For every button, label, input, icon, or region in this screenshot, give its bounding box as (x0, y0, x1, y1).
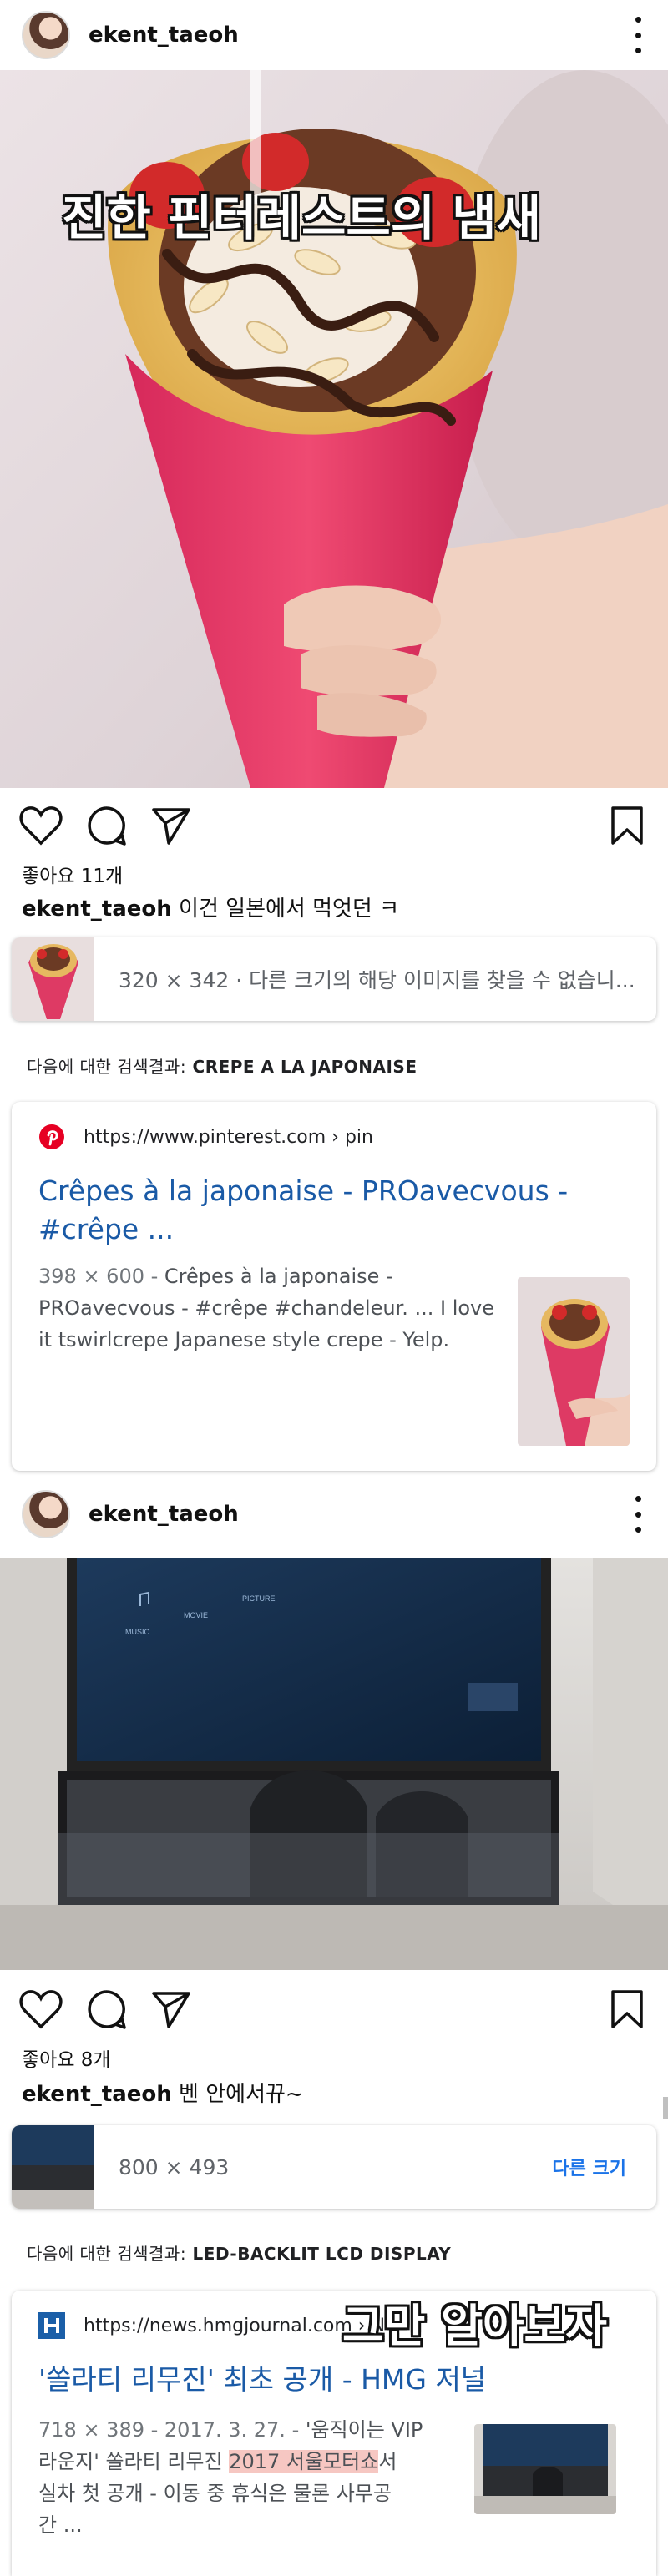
snippet-text: Crêpes à la japonaise - (164, 1265, 393, 1288)
bookmark-icon[interactable] (610, 805, 645, 846)
result-source: https://www.pinterest.com › pin (38, 1124, 373, 1150)
snippet-text: 서 (378, 2450, 397, 2473)
snippet-text: PROavecvous - #crêpe #chandeleur. ... I … (38, 1296, 495, 1320)
avatar[interactable] (22, 1490, 70, 1538)
meme-caption: 진한 핀터레스트의 냄새 (62, 189, 541, 246)
result-snippet: 718 × 389 - 2017. 3. 27. - '움직이는 VIP 라운지… (38, 2414, 464, 2541)
snippet-text: 실차 첫 공개 - 이동 중 휴식은 물론 사무공 (38, 2482, 392, 2505)
pinterest-icon (38, 1124, 65, 1150)
snippet-text: 라운지' 쏠라티 리무진 (38, 2450, 223, 2473)
snippet-text: 간 ... (38, 2513, 83, 2537)
post-actions (0, 793, 668, 860)
lens-similar-card[interactable]: 800 × 493 다른 크기 (12, 2125, 656, 2209)
search-query[interactable]: LED-BACKLIT LCD DISPLAY (193, 2244, 452, 2264)
result-meta: 398 × 600 - (38, 1265, 159, 1288)
lens-similar-card[interactable]: 320 × 342 · 다른 크기의 해당 이미지를 찾을 수 없습니... (12, 937, 656, 1021)
lens-image-info: 320 × 342 · 다른 크기의 해당 이미지를 찾을 수 없습니... (119, 968, 635, 993)
result-source: https://news.hmgjournal.com › N (38, 2312, 385, 2339)
screen-label: MOVIE (184, 1611, 208, 1619)
send-icon[interactable] (150, 805, 192, 846)
caption-text: 벤 안에서뀨~ (179, 2082, 304, 2107)
result-snippet: 398 × 600 - Crêpes à la japonaise - PROa… (38, 1260, 506, 1356)
search-prefix: 다음에 대한 검색결과: (27, 1057, 187, 1077)
result-title[interactable]: Crêpes à la japonaise - PROavecvous - #c… (38, 1172, 568, 1249)
result-url[interactable]: https://www.pinterest.com › pin (84, 1127, 373, 1148)
scrollbar-thumb[interactable] (663, 2097, 668, 2119)
result-meta: 718 × 389 - 2017. 3. 27. - (38, 2418, 300, 2442)
search-prefix: 다음에 대한 검색결과: (27, 2244, 187, 2264)
post-caption: ekent_taeoh 벤 안에서뀨~ (22, 2077, 304, 2108)
username[interactable]: ekent_taeoh (89, 23, 239, 48)
screen-label: MUSIC (125, 1628, 150, 1636)
more-icon[interactable] (633, 1496, 643, 1533)
search-results-heading: 다음에 대한 검색결과: LED-BACKLIT LCD DISPLAY (27, 2240, 451, 2265)
hmg-icon (38, 2312, 65, 2339)
meme-caption: 그만 알아보자 (342, 2300, 607, 2352)
crepe-photo (0, 70, 668, 788)
other-sizes-link[interactable]: 다른 크기 (552, 2154, 626, 2180)
result-title-line[interactable]: #crêpe ... (38, 1210, 568, 1249)
comment-icon[interactable] (85, 1988, 127, 2030)
post-image-crepe[interactable]: 진한 핀터레스트의 냄새 (0, 70, 668, 788)
snippet-highlight: 2017 서울모터쇼 (229, 2450, 379, 2473)
comment-icon[interactable] (85, 805, 127, 846)
result-url[interactable]: https://news.hmgjournal.com › N (84, 2316, 385, 2336)
avatar[interactable] (22, 11, 70, 59)
result-thumbnail[interactable] (518, 1277, 630, 1446)
heart-icon[interactable] (18, 805, 63, 846)
post-image-van-interior[interactable]: MUSIC MOVIE PICTURE (0, 1558, 668, 1970)
heart-icon[interactable] (18, 1988, 63, 2030)
snippet-text: it tswirlcrepe Japanese style crepe - Ye… (38, 1328, 450, 1351)
post-actions (0, 1977, 668, 2043)
post-header: ekent_taeoh (0, 0, 668, 70)
search-result-card[interactable]: https://news.hmgjournal.com › N 그만 알아보자 … (12, 2291, 656, 2576)
result-title-line[interactable]: Crêpes à la japonaise - PROavecvous - (38, 1172, 568, 1210)
result-thumbnail[interactable] (474, 2424, 616, 2514)
search-results-heading: 다음에 대한 검색결과: CREPE A LA JAPONAISE (27, 1053, 418, 1078)
lens-thumbnail (12, 937, 94, 1021)
screen-label: PICTURE (242, 1594, 276, 1603)
caption-username[interactable]: ekent_taeoh (22, 2082, 172, 2107)
lens-thumbnail (12, 2125, 94, 2209)
post-caption: ekent_taeoh 이건 일본에서 먹엇던 ㅋ (22, 891, 399, 922)
search-query[interactable]: CREPE A LA JAPONAISE (193, 1057, 418, 1077)
like-count[interactable]: 좋아요 11개 (22, 860, 123, 888)
caption-username[interactable]: ekent_taeoh (22, 897, 172, 922)
caption-text: 이건 일본에서 먹엇던 ㅋ (179, 897, 400, 922)
search-result-card[interactable]: https://www.pinterest.com › pin Crêpes à… (12, 1102, 656, 1471)
result-title[interactable]: '쏠라티 리무진' 최초 공개 - HMG 저널 (38, 2361, 486, 2399)
like-count[interactable]: 좋아요 8개 (22, 2043, 111, 2072)
snippet-text: '움직이는 VIP (305, 2418, 423, 2442)
van-interior-photo: MUSIC MOVIE PICTURE (0, 1558, 668, 1970)
username[interactable]: ekent_taeoh (89, 1502, 239, 1527)
bookmark-icon[interactable] (610, 1988, 645, 2030)
post-header: ekent_taeoh (0, 1479, 668, 1549)
send-icon[interactable] (150, 1988, 192, 2030)
lens-image-info: 800 × 493 (119, 2154, 230, 2179)
more-icon[interactable] (633, 17, 643, 53)
